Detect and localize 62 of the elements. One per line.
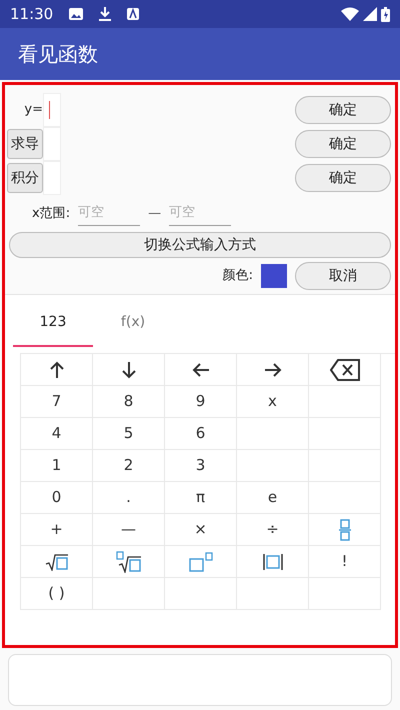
status-time: 11:30 [10,4,54,25]
keyboard-tab[interactable]: 123 [13,299,93,347]
input-field[interactable] [43,93,61,127]
keyboard-key[interactable]: 6 [165,418,237,450]
range-to-field[interactable]: 可空 [169,201,232,226]
color-swatch[interactable] [261,264,287,288]
keyboard-key[interactable]: e [237,482,309,514]
notification-icon [127,8,140,20]
input-field[interactable] [43,127,61,161]
signal-icon [363,7,377,21]
cancel-button[interactable]: 取消 [295,262,391,290]
keyboard-key[interactable]: 3 [165,450,237,482]
absolute-value-icon [262,552,284,570]
backspace-icon [330,358,360,380]
nth-root-icon [116,550,142,572]
range-from-field[interactable]: 可空 [78,201,140,226]
battery-icon [381,6,390,22]
keyboard-key[interactable] [237,354,309,386]
keyboard-key[interactable] [165,354,237,386]
keyboard-tab[interactable]: f(x) [93,299,173,347]
confirm-button[interactable]: 确定 [295,96,391,124]
arrow-right-icon [264,362,282,378]
keyboard-key[interactable]: 7 [21,386,93,418]
keyboard-key[interactable]: × [165,514,237,546]
keyboard-key[interactable]: 0 [21,482,93,514]
color-label: 颜色: [222,267,253,286]
image-icon [69,8,84,20]
field-label: y= [23,101,43,120]
keyboard-key[interactable]: — [93,514,165,546]
confirm-button[interactable]: 确定 [295,164,391,192]
keyboard-key[interactable] [93,354,165,386]
square-root-icon [44,552,68,570]
fraction-icon [338,518,350,540]
keyboard-key[interactable]: 4 [21,418,93,450]
keyboard-key[interactable]: 2 [93,450,165,482]
wifi-icon [341,7,359,21]
range-separator: — [148,204,162,222]
function-button[interactable]: 求导 [7,129,43,159]
arrow-left-icon [192,362,210,378]
keyboard-key[interactable] [21,354,93,386]
keyboard-key[interactable]: π [165,482,237,514]
keyboard-key[interactable]: 9 [165,386,237,418]
arrow-down-icon [120,360,136,378]
range-label: x范围: [32,204,70,222]
keyboard-key[interactable]: 5 [93,418,165,450]
app-title: 看见函数 [18,41,98,68]
keyboard-key[interactable]: 8 [93,386,165,418]
keyboard-key[interactable]: ÷ [237,514,309,546]
keyboard-key[interactable]: ! [309,546,381,578]
switch-input-button[interactable]: 切换公式输入方式 [9,232,391,258]
confirm-button[interactable]: 确定 [295,130,391,158]
power-icon [188,552,212,572]
download-icon [99,7,112,21]
input-field[interactable] [43,161,61,195]
keyboard-key[interactable]: ( ) [21,578,93,610]
keyboard-key[interactable]: . [93,482,165,514]
keyboard-key[interactable]: x [237,386,309,418]
arrow-up-icon [48,360,64,378]
keyboard-key[interactable]: + [21,514,93,546]
keyboard-key[interactable]: 1 [21,450,93,482]
function-button[interactable]: 积分 [7,163,43,193]
keyboard-key[interactable] [309,354,381,386]
